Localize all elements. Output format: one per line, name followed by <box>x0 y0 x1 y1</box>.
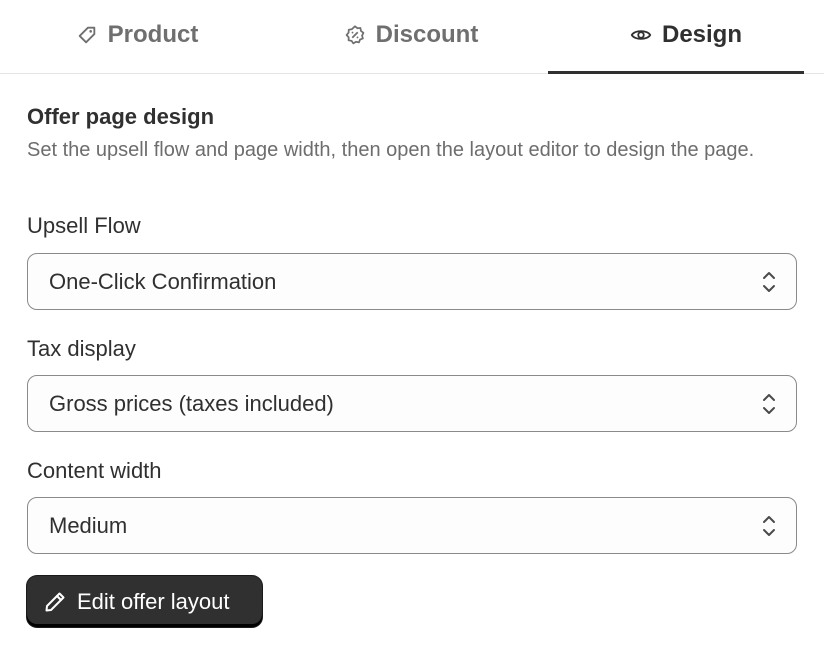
content-width-label: Content width <box>27 458 162 483</box>
tax-display-label: Tax display <box>27 336 136 361</box>
edit-offer-layout-button[interactable]: Edit offer layout <box>27 576 262 627</box>
tab-discount-label: Discount <box>375 20 479 48</box>
tab-product[interactable]: Product <box>0 0 274 73</box>
tab-design-label: Design <box>661 20 742 48</box>
select-chevron-icon <box>760 513 778 539</box>
tab-discount[interactable]: Discount <box>274 0 548 73</box>
upsell-flow-value: One-Click Confirmation <box>49 268 277 294</box>
upsell-flow-label: Upsell Flow <box>27 213 141 238</box>
section-title: Offer page design <box>27 104 215 129</box>
content-width-select[interactable]: Medium <box>27 497 797 554</box>
tab-design[interactable]: Design <box>548 0 824 74</box>
pencil-icon <box>43 590 67 614</box>
tax-display-select[interactable]: Gross prices (taxes included) <box>27 375 797 432</box>
discount-badge-icon <box>344 24 366 46</box>
tax-display-value: Gross prices (taxes included) <box>49 390 334 416</box>
tab-bar: Product Discount Design <box>0 0 824 74</box>
eye-icon <box>630 24 652 46</box>
tag-icon <box>76 24 98 46</box>
section-description: Set the upsell flow and page width, then… <box>27 139 755 161</box>
tab-product-label: Product <box>107 20 199 48</box>
select-chevron-icon <box>760 391 778 417</box>
edit-offer-layout-label: Edit offer layout <box>77 588 230 614</box>
select-chevron-icon <box>760 269 778 295</box>
content-width-value: Medium <box>49 512 128 538</box>
upsell-flow-select[interactable]: One-Click Confirmation <box>27 253 797 310</box>
